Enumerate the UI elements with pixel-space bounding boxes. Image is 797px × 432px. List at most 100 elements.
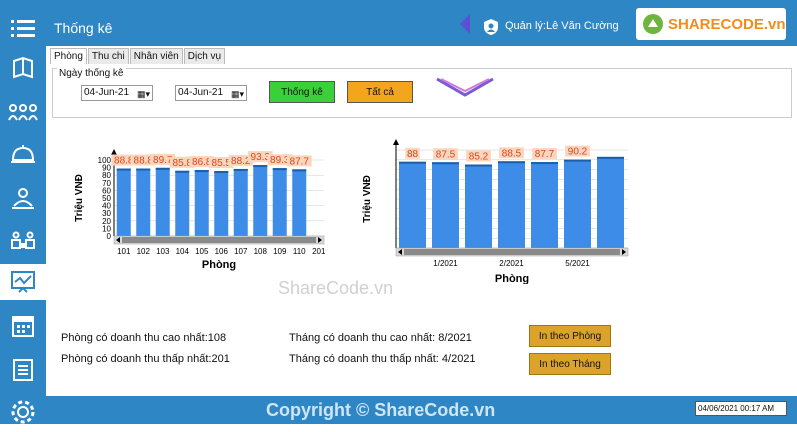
filter-label: Ngày thống kê <box>57 68 126 79</box>
bar-cap <box>194 170 209 173</box>
data-label: 85.2 <box>469 152 489 163</box>
x-axis-title: Phòng <box>202 259 236 271</box>
data-label: 87.7 <box>535 149 555 160</box>
x-tick-label: 109 <box>273 247 287 256</box>
scrollbar-thumb <box>404 249 620 255</box>
tab-services[interactable]: Dịch vụ <box>183 48 226 64</box>
bar <box>175 170 190 236</box>
bar-cap <box>214 171 229 174</box>
tab-staff[interactable]: Nhân viên <box>129 48 183 64</box>
calendar-dropdown-icon[interactable]: ▦▾ <box>137 87 150 101</box>
calendar-dropdown-icon[interactable]: ▦▾ <box>231 87 244 101</box>
to-date-picker[interactable]: 04-Jun-21 ▦▾ <box>175 85 247 101</box>
bar-cap <box>531 162 558 165</box>
bar <box>272 168 287 236</box>
filter-group: Ngày thống kê 04-Jun-21 ▦▾ 04-Jun-21 ▦▾ … <box>52 68 792 118</box>
print-by-month-button[interactable]: In theo Tháng <box>529 353 611 375</box>
bar <box>465 164 492 248</box>
bar <box>253 165 268 236</box>
x-tick-label: 101 <box>117 247 131 256</box>
x-tick-label: 1/2021 <box>433 259 458 268</box>
bar-cap <box>292 169 307 172</box>
bar <box>597 156 624 248</box>
scrollbar-thumb <box>122 237 316 243</box>
bar-cap <box>498 161 525 164</box>
bar-cap <box>155 167 170 170</box>
sharecode-logo: SHARECODE.vn <box>636 8 786 40</box>
room-revenue-chart: 0102030405060708090100 88.8 88.8 89.7 85.8 86… <box>74 149 326 271</box>
content-panel: Phòng Thu chi Nhân viên Dịch vụ Ngày thố… <box>46 46 797 396</box>
bar <box>432 162 459 248</box>
bar-cap <box>272 168 287 171</box>
y-axis-arrow <box>111 149 117 155</box>
x-tick-label: 103 <box>156 247 170 256</box>
statistics-icon[interactable] <box>0 264 46 300</box>
bar-cap <box>399 161 426 164</box>
calendar-icon[interactable] <box>0 308 46 344</box>
y-axis-title: Triệu VNĐ <box>74 174 85 222</box>
room-max-text: Phòng có doanh thu cao nhất:108 <box>61 332 227 344</box>
y-axis-arrow <box>393 139 399 145</box>
bar-cap <box>432 162 459 165</box>
bar <box>531 162 558 248</box>
x-axis-title: Phòng <box>495 273 529 284</box>
tab-income-expense[interactable]: Thu chi <box>87 48 129 64</box>
y-axis-title: Triệu VNĐ <box>362 175 373 223</box>
y-tick-label: 100 <box>98 156 112 165</box>
customers-icon[interactable] <box>0 94 46 130</box>
bar <box>399 161 426 248</box>
report-icon[interactable] <box>0 352 46 388</box>
all-button[interactable]: Tất cả <box>347 81 413 103</box>
rooms-icon[interactable] <box>0 50 46 86</box>
expand-chevron-icon[interactable] <box>435 77 495 102</box>
x-tick-label: 104 <box>176 247 190 256</box>
bar-cap <box>253 165 268 168</box>
bar-cap <box>175 170 190 173</box>
x-tick-label: 108 <box>254 247 268 256</box>
data-label: 90.2 <box>568 147 588 158</box>
bar <box>292 169 307 236</box>
x-tick-label: 102 <box>137 247 151 256</box>
x-tick-label: 5/2021 <box>565 259 590 268</box>
bar <box>564 159 591 248</box>
menu-icon[interactable] <box>0 10 46 46</box>
user-shield-icon <box>483 18 499 39</box>
bar-cap <box>597 156 624 159</box>
footer-bar: Copyright © ShareCode.vn 04/06/2021 00:1… <box>46 396 797 424</box>
page-title: Thống kê <box>54 20 113 36</box>
footer-datetime-picker[interactable]: 04/06/2021 00:17 AM <box>695 401 787 416</box>
bar-cap <box>116 168 131 171</box>
bar-cap <box>465 164 492 167</box>
data-label: 87.5 <box>436 149 456 160</box>
tab-rooms[interactable]: Phòng <box>50 48 87 64</box>
data-label: 88.5 <box>502 148 522 159</box>
stat-button[interactable]: Thống kê <box>269 81 335 103</box>
bar <box>214 171 229 236</box>
x-tick-label: 106 <box>215 247 229 256</box>
bar <box>498 161 525 248</box>
tab-bar: Phòng Thu chi Nhân viên Dịch vụ <box>50 48 226 64</box>
footer-datetime-value: 04/06/2021 00:17 AM <box>698 404 775 413</box>
bar <box>194 170 209 236</box>
x-tick-label: 105 <box>195 247 209 256</box>
sidebar <box>0 0 46 432</box>
service-bell-icon[interactable] <box>0 136 46 172</box>
bar <box>136 168 151 236</box>
bar <box>233 168 248 236</box>
bar-cap <box>233 168 248 171</box>
x-tick-label: 201 <box>312 247 326 256</box>
data-label: 87.7 <box>290 156 310 167</box>
room-min-text: Phòng có doanh thu thấp nhất:201 <box>61 353 230 365</box>
bar-cap <box>564 159 591 162</box>
logo-icon <box>643 14 663 34</box>
from-date-picker[interactable]: 04-Jun-21 ▦▾ <box>81 85 153 101</box>
print-by-room-button[interactable]: In theo Phòng <box>529 325 611 347</box>
staff-icon[interactable] <box>0 180 46 216</box>
x-tick-label: 2/2021 <box>499 259 524 268</box>
logo-text: SHARECODE.vn <box>668 15 786 33</box>
to-date-value: 04-Jun-21 <box>178 87 224 98</box>
booking-icon[interactable] <box>0 222 46 258</box>
month-min-text: Tháng có doanh thu thấp nhất: 4/2021 <box>289 353 476 365</box>
collapse-arrow-icon[interactable] <box>456 12 472 39</box>
watermark-text: ShareCode.vn <box>278 278 394 298</box>
